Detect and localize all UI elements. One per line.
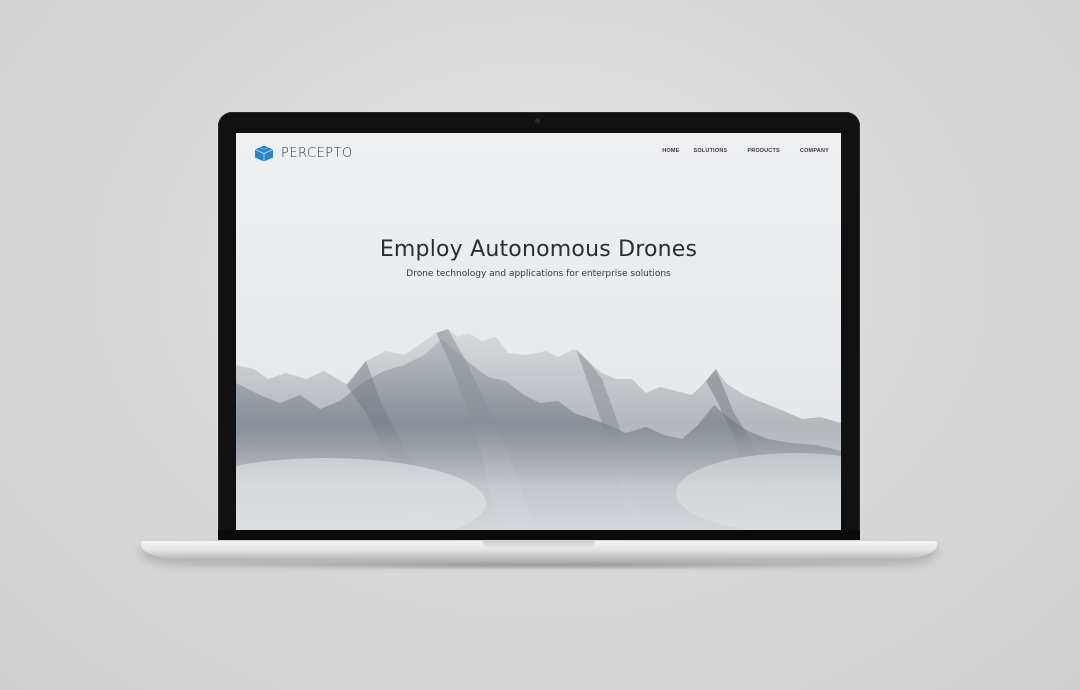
camera-icon bbox=[535, 118, 540, 123]
main-nav: HOME SOLUTIONS PRODUCTS COMPANY bbox=[662, 148, 829, 154]
hexagon-cube-icon bbox=[254, 145, 274, 162]
nav-company[interactable]: COMPANY bbox=[800, 148, 829, 154]
laptop-lid: PERCEPTO HOME SOLUTIONS PRODUCTS COMPANY… bbox=[218, 112, 860, 540]
mountain-background bbox=[236, 329, 841, 530]
hero-title: Employ Autonomous Drones bbox=[379, 237, 698, 262]
nav-home[interactable]: HOME bbox=[662, 148, 679, 154]
laptop-base bbox=[141, 541, 937, 559]
screen-bezel-bottom bbox=[218, 530, 860, 540]
site-header: PERCEPTO HOME SOLUTIONS PRODUCTS COMPANY bbox=[236, 133, 841, 173]
laptop-notch bbox=[483, 541, 595, 549]
brand-name: PERCEPTO bbox=[281, 146, 353, 161]
laptop-mockup: PERCEPTO HOME SOLUTIONS PRODUCTS COMPANY… bbox=[0, 0, 1080, 690]
nav-solutions[interactable]: SOLUTIONS bbox=[694, 148, 728, 154]
brand-logo[interactable]: PERCEPTO bbox=[254, 145, 353, 162]
hero-subtitle: Drone technology and applications for en… bbox=[406, 269, 671, 279]
laptop-screen: PERCEPTO HOME SOLUTIONS PRODUCTS COMPANY… bbox=[236, 133, 841, 530]
laptop-shadow bbox=[170, 560, 910, 570]
nav-products[interactable]: PRODUCTS bbox=[747, 148, 779, 154]
